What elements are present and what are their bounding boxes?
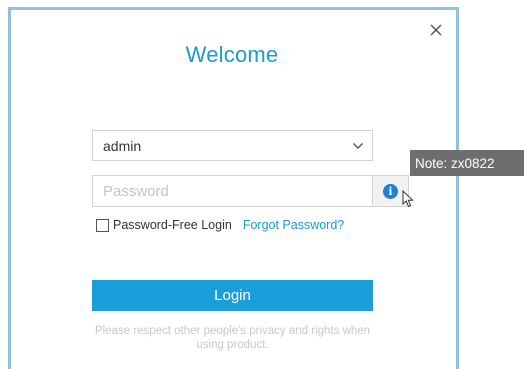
chevron-down-icon: [353, 143, 363, 149]
close-icon: [430, 24, 442, 36]
privacy-note: Please respect other people's privacy an…: [94, 325, 371, 351]
password-free-login-label[interactable]: Password-Free Login: [113, 218, 232, 232]
dialog-title: Welcome: [185, 42, 279, 67]
password-free-login-checkbox[interactable]: [96, 218, 109, 232]
tooltip: Note: zx0822: [410, 150, 524, 176]
forgot-password-link[interactable]: Forgot Password?: [243, 218, 344, 232]
close-button[interactable]: [427, 21, 445, 39]
login-button[interactable]: Login: [92, 280, 373, 311]
screen: Welcome admin i Note: zx0822 Password-Fr…: [0, 0, 524, 369]
login-button-label: Login: [214, 287, 251, 304]
username-select[interactable]: admin: [92, 130, 373, 161]
remember-row: Password-Free Login Forgot Password?: [96, 217, 344, 233]
password-input[interactable]: [92, 175, 373, 207]
info-icon: i: [383, 183, 398, 199]
mouse-cursor-icon: [402, 190, 414, 208]
username-value: admin: [103, 137, 142, 154]
tooltip-text: Note: zx0822: [415, 155, 495, 171]
